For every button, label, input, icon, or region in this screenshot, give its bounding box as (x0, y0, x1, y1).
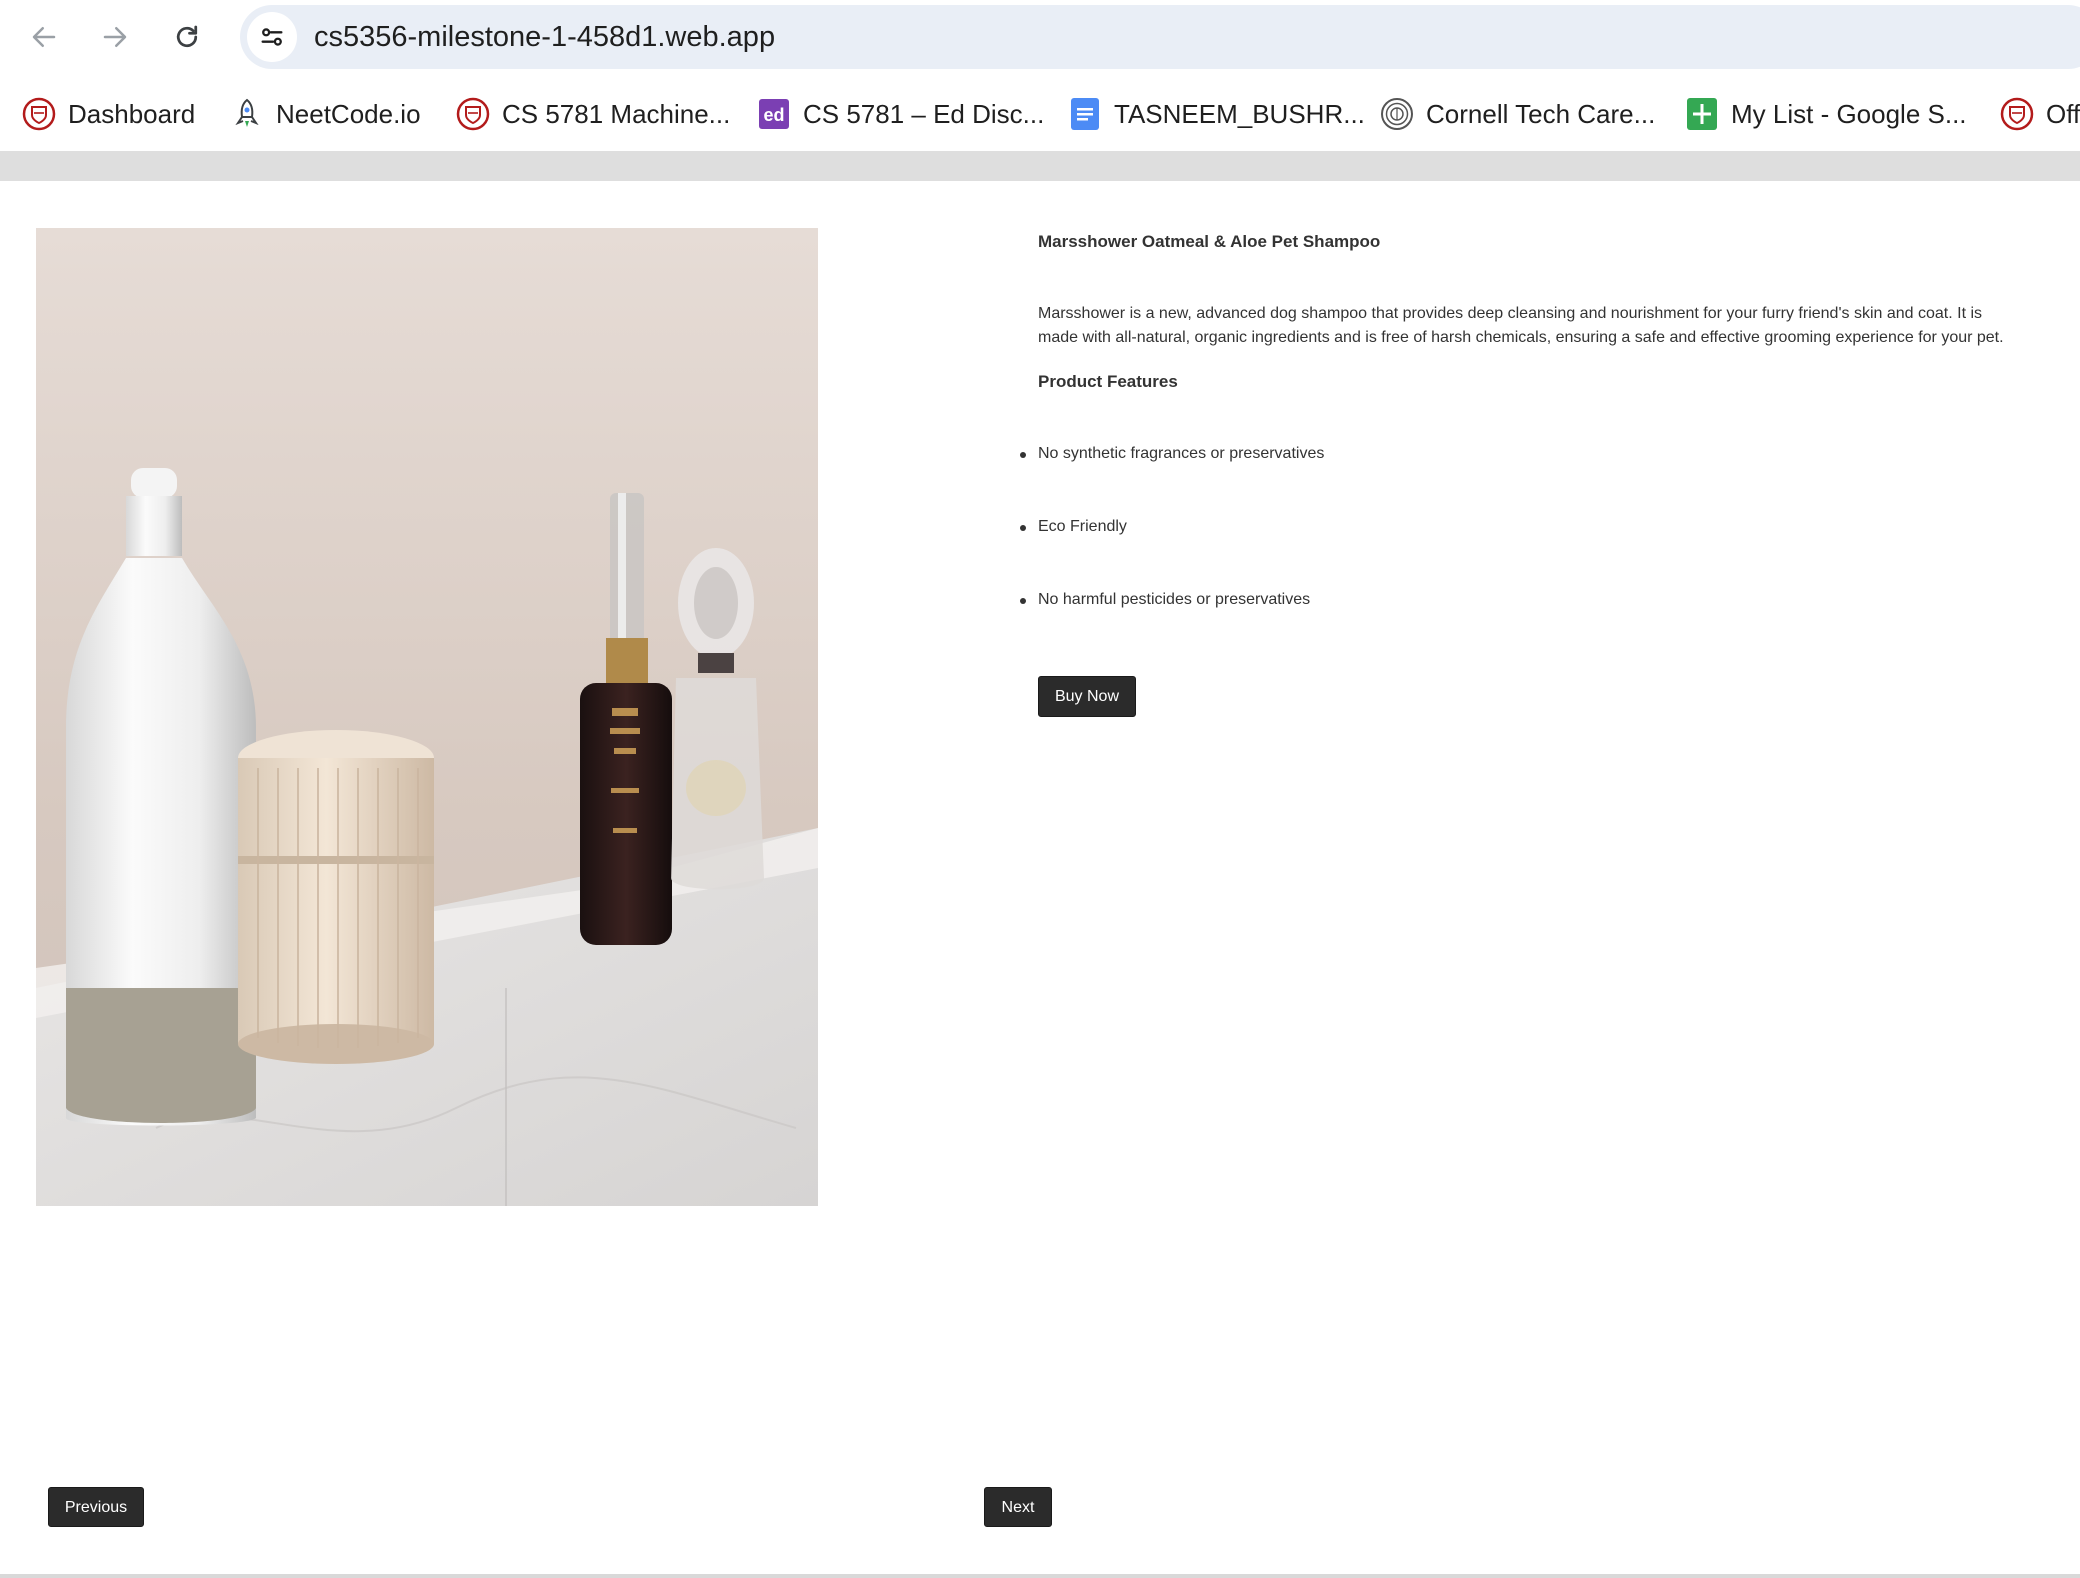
bookmark-neetcode[interactable]: NeetCode.io (230, 74, 421, 154)
bookmark-ed-discussion[interactable]: ed CS 5781 – Ed Disc... (757, 74, 1044, 154)
bookmark-cornell-tech-careers[interactable]: Cornell Tech Care... (1380, 74, 1655, 154)
cornell-shield-icon (22, 97, 56, 131)
bookmark-label: Dashboard (68, 98, 196, 129)
cornell-seal-icon (1380, 97, 1414, 131)
product-description: Marsshower is a new, advanced dog shampo… (1038, 305, 2004, 346)
browser-toolbar: cs5356-milestone-1-458d1.web.app (0, 0, 2080, 74)
google-sheets-icon (1685, 97, 1719, 131)
bookmark-label: CS 5781 Machine... (502, 98, 731, 129)
forward-button[interactable] (92, 14, 138, 60)
svg-text:ed: ed (763, 105, 784, 125)
back-button[interactable] (21, 14, 67, 60)
address-bar[interactable]: cs5356-milestone-1-458d1.web.app (240, 5, 2080, 69)
bookmark-tasneem-doc[interactable]: TASNEEM_BUSHR... (1068, 74, 1365, 154)
bookmark-label: My List - Google S... (1731, 98, 1967, 129)
bookmark-my-list-sheets[interactable]: My List - Google S... (1685, 74, 1967, 154)
site-info-button[interactable] (247, 12, 297, 62)
arrow-right-icon (103, 27, 127, 47)
tune-icon (261, 28, 283, 46)
bookmark-label: CS 5781 – Ed Disc... (803, 98, 1045, 129)
arrow-left-icon (32, 27, 56, 47)
buy-now-button[interactable]: Buy Now (1038, 676, 1136, 717)
bookmark-label: Cornell Tech Care... (1426, 98, 1656, 129)
bookmark-label: NeetCode.io (276, 98, 421, 129)
reload-button[interactable] (164, 14, 210, 60)
page-bottom-border (0, 1574, 2080, 1578)
features-title: Product Features (1038, 372, 1178, 391)
next-button[interactable]: Next (984, 1487, 1052, 1527)
product-photo (36, 228, 818, 1206)
ed-icon: ed (757, 97, 791, 131)
cornell-shield-icon (456, 97, 490, 131)
previous-button[interactable]: Previous (48, 1487, 144, 1527)
features-list: No synthetic fragrances or preservatives… (1020, 442, 2018, 612)
bookmark-cs5781-machine[interactable]: CS 5781 Machine... (456, 74, 730, 154)
feature-item: No harmful pesticides or preservatives (1020, 588, 2018, 612)
page-header-strip (0, 151, 2080, 181)
bookmark-off[interactable]: Off (2000, 74, 2080, 154)
rocket-icon (230, 97, 264, 131)
product-image (36, 228, 818, 1206)
google-docs-icon (1068, 97, 1102, 131)
bookmark-label: TASNEEM_BUSHR... (1114, 98, 1365, 129)
cornell-shield-icon (2000, 97, 2034, 131)
feature-item: Eco Friendly (1020, 515, 2018, 539)
bookmark-label: Off (2046, 98, 2080, 129)
bookmark-dashboard[interactable]: Dashboard (22, 74, 195, 154)
reload-icon (176, 25, 198, 48)
product-details: Marsshower Oatmeal & Aloe Pet Shampoo Ma… (1020, 228, 2018, 661)
feature-item: No synthetic fragrances or preservatives (1020, 442, 2018, 466)
url-text[interactable]: cs5356-milestone-1-458d1.web.app (314, 5, 775, 69)
bookmarks-bar: Dashboard NeetCode.io CS 5781 Machine...… (0, 74, 2080, 154)
product-title: Marsshower Oatmeal & Aloe Pet Shampoo (1038, 232, 1381, 251)
